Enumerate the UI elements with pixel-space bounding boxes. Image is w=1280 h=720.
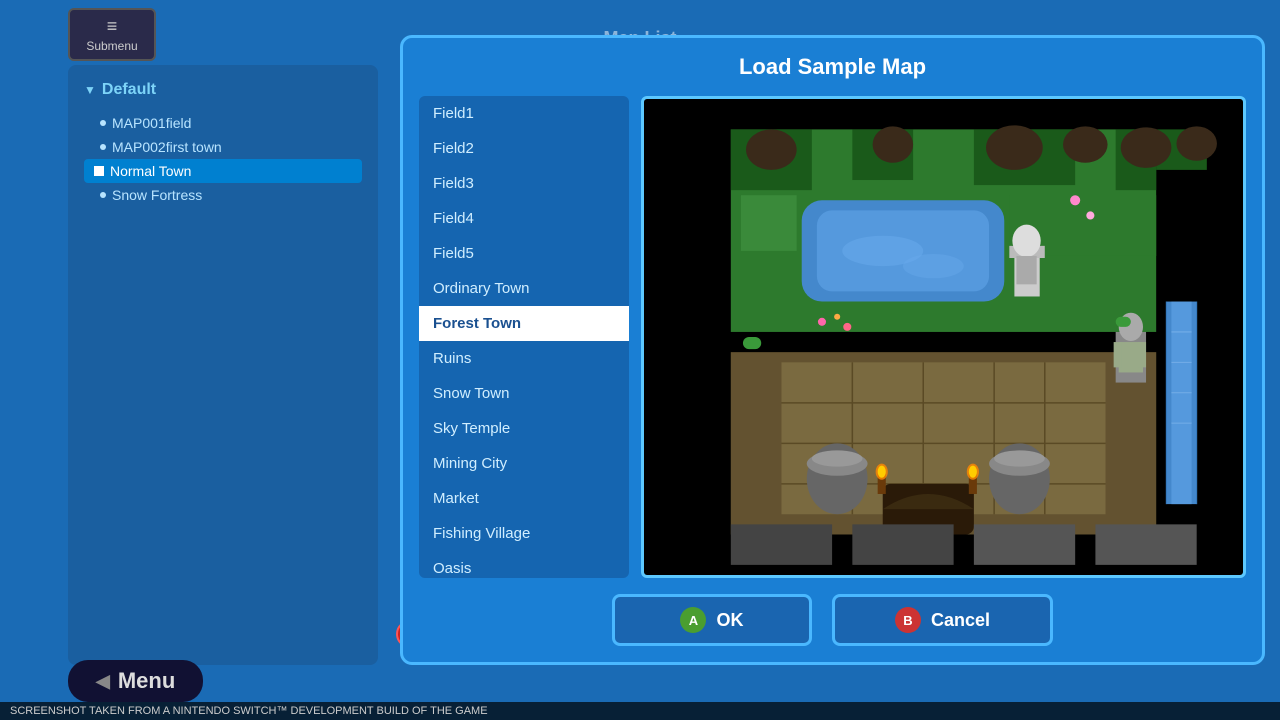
dialog-title: Load Sample Map xyxy=(419,54,1246,80)
menu-text: Menu xyxy=(118,668,175,694)
sidebar-item-label: MAP001field xyxy=(112,115,191,131)
ok-label: OK xyxy=(716,610,743,631)
map-list-scroll[interactable]: Field1Field2Field3Field4Field5Ordinary T… xyxy=(419,96,629,578)
list-item[interactable]: Forest Town xyxy=(419,306,629,341)
sidebar-item-snow-fortress[interactable]: Snow Fortress xyxy=(84,183,362,207)
list-item[interactable]: Field2 xyxy=(419,131,629,166)
back-icon: ◀ xyxy=(96,671,110,692)
list-item[interactable]: Fishing Village xyxy=(419,516,629,551)
dialog-body: Field1Field2Field3Field4Field5Ordinary T… xyxy=(419,96,1246,578)
sidebar-dot-icon xyxy=(100,120,106,126)
cancel-label: Cancel xyxy=(931,610,990,631)
sidebar-title: ▼ Default xyxy=(84,81,362,99)
load-sample-map-dialog: Load Sample Map Field1Field2Field3Field4… xyxy=(400,35,1265,665)
sidebar-item-map002[interactable]: MAP002first town xyxy=(84,135,362,159)
ok-button[interactable]: A OK xyxy=(612,594,812,646)
sidebar-dot-icon xyxy=(100,192,106,198)
sidebar-active-icon xyxy=(94,166,104,176)
menu-label: ◀ Menu xyxy=(68,660,203,702)
list-item[interactable]: Market xyxy=(419,481,629,516)
a-button-icon: A xyxy=(680,607,706,633)
sidebar-dot-icon xyxy=(100,144,106,150)
map-list-panel: Field1Field2Field3Field4Field5Ordinary T… xyxy=(419,96,629,578)
list-item[interactable]: Field4 xyxy=(419,201,629,236)
sidebar-arrow-icon: ▼ xyxy=(84,83,96,97)
list-item[interactable]: Mining City xyxy=(419,446,629,481)
sidebar: ▼ Default MAP001field MAP002first town N… xyxy=(68,65,378,665)
dialog-footer: A OK B Cancel xyxy=(419,590,1246,646)
b-button-icon: B xyxy=(895,607,921,633)
sidebar-item-normal-town[interactable]: Normal Town xyxy=(84,159,362,183)
submenu-label: Submenu xyxy=(86,39,137,53)
list-item[interactable]: Ruins xyxy=(419,341,629,376)
list-item[interactable]: Field5 xyxy=(419,236,629,271)
cancel-button[interactable]: B Cancel xyxy=(832,594,1053,646)
map-preview-image xyxy=(644,99,1243,575)
sidebar-title-label: Default xyxy=(102,81,156,99)
sidebar-item-label: Snow Fortress xyxy=(112,187,202,203)
sidebar-item-map001[interactable]: MAP001field xyxy=(84,111,362,135)
list-item[interactable]: Field1 xyxy=(419,96,629,131)
list-item[interactable]: Snow Town xyxy=(419,376,629,411)
submenu-icon: ≡ xyxy=(82,16,142,37)
screenshot-notice: SCREENSHOT TAKEN FROM A NINTENDO SWITCH™… xyxy=(0,702,1280,720)
submenu-button[interactable]: ≡ Submenu xyxy=(68,8,156,61)
list-item[interactable]: Oasis xyxy=(419,551,629,578)
sidebar-item-label: MAP002first town xyxy=(112,139,222,155)
list-item[interactable]: Sky Temple xyxy=(419,411,629,446)
sidebar-item-label: Normal Town xyxy=(110,163,191,179)
map-preview-panel xyxy=(641,96,1246,578)
list-item[interactable]: Field3 xyxy=(419,166,629,201)
list-item[interactable]: Ordinary Town xyxy=(419,271,629,306)
